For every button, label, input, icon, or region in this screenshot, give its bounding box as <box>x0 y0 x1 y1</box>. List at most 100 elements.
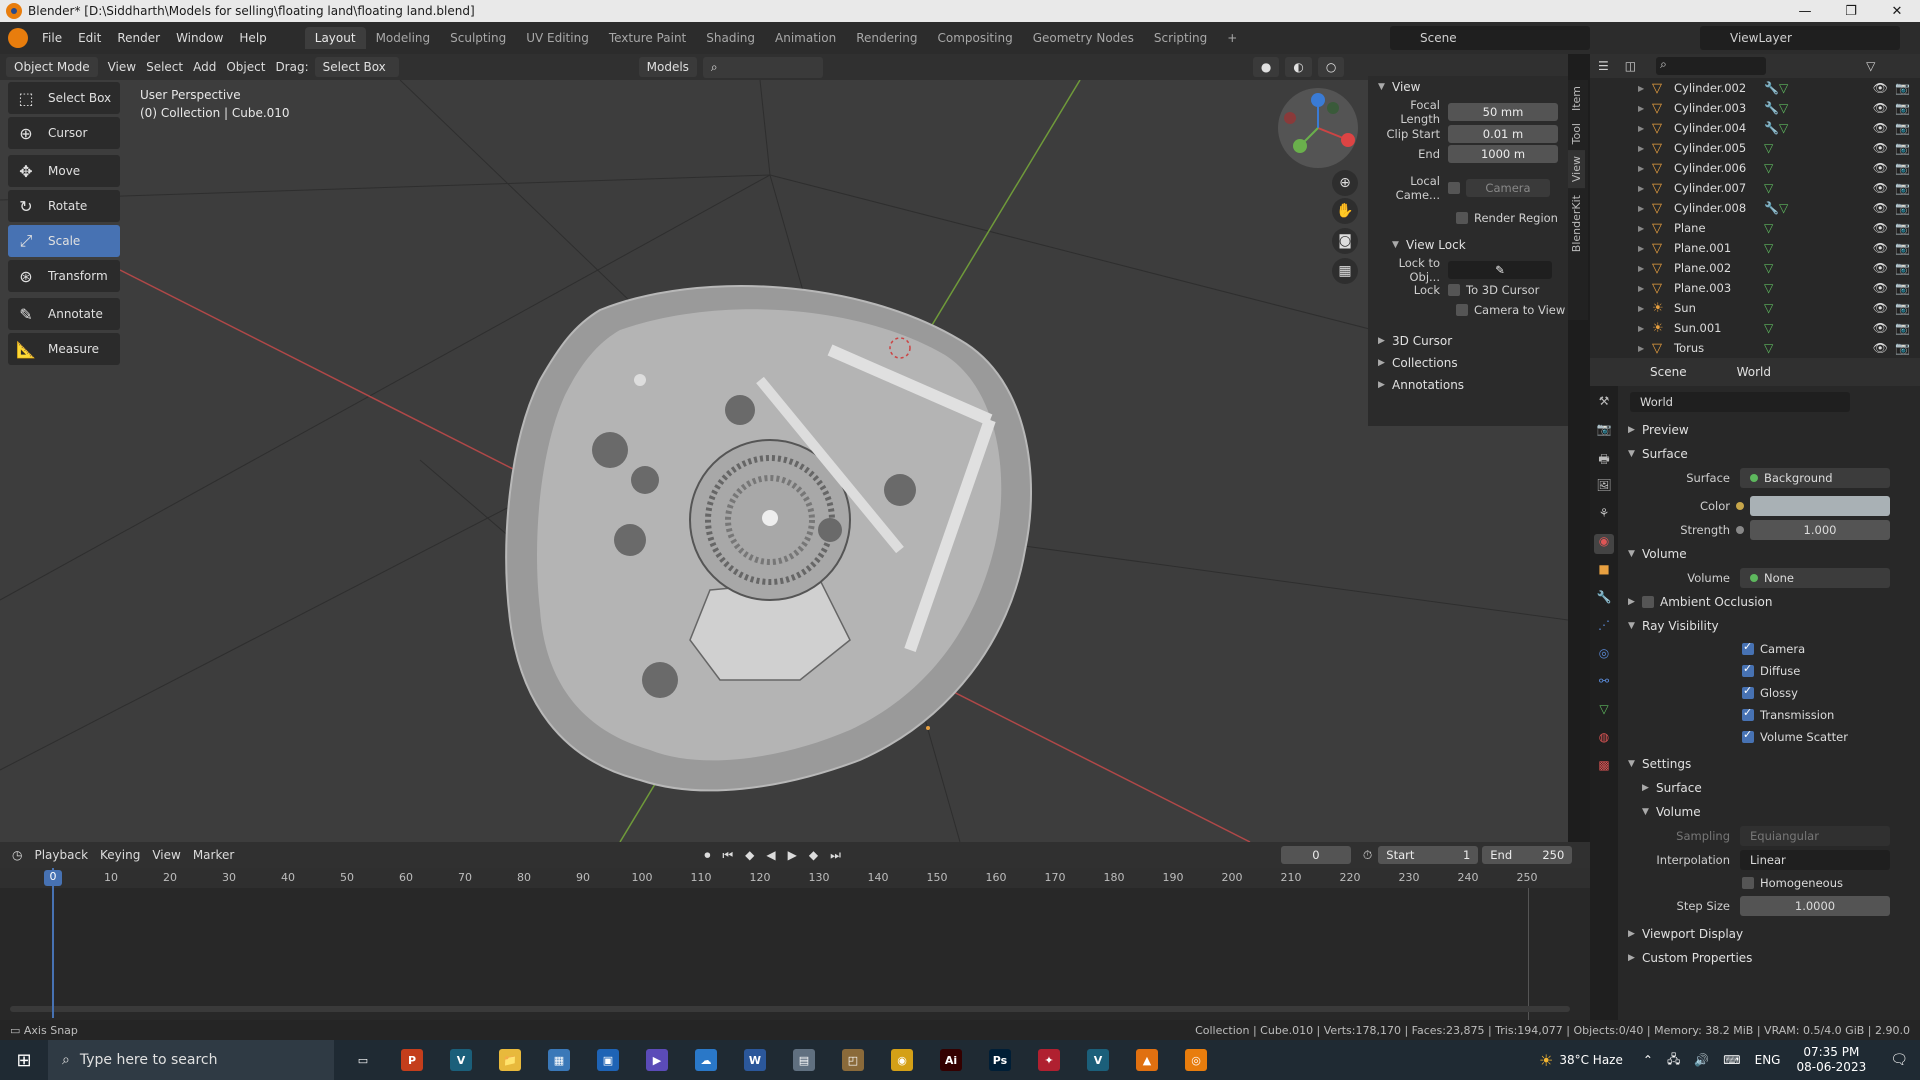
tool-transform[interactable]: ⊛ Transform <box>8 260 120 292</box>
taskbar-app-word[interactable]: W <box>735 1040 775 1080</box>
step-size-field[interactable]: 1.0000 <box>1740 896 1890 916</box>
strength-field[interactable]: 1.000 <box>1750 520 1890 540</box>
mesh-data-icon[interactable]: ▽ <box>1764 161 1773 175</box>
expand-arrow-icon[interactable]: ▶ <box>1638 284 1652 293</box>
tool-rotate[interactable]: ↻ Rotate <box>8 190 120 222</box>
tab-animation[interactable]: Animation <box>765 27 846 49</box>
view-lock-header[interactable]: ▼ View Lock <box>1368 234 1568 256</box>
clock[interactable]: 07:35 PM 08-06-2023 <box>1796 1045 1866 1075</box>
tool-move[interactable]: ✥ Move <box>8 155 120 187</box>
play-button[interactable]: ▶ <box>788 848 797 862</box>
mesh-data-icon[interactable]: ▽ <box>1764 241 1773 255</box>
material-tab-icon[interactable]: ◍ <box>1594 730 1614 750</box>
visibility-eye-icon[interactable]: 👁 <box>1873 201 1888 215</box>
modifier-tab-icon[interactable]: 🔧 <box>1594 590 1614 610</box>
drag-selector[interactable]: Select Box <box>314 57 399 77</box>
render-camera-icon[interactable]: 📷 <box>1895 101 1910 115</box>
outliner-row[interactable]: ▶ ▽ Cylinder.005 ▽ 👁 📷 <box>1590 138 1920 158</box>
lock-to-object-field[interactable]: ✎ <box>1448 261 1552 279</box>
tool-select-box[interactable]: ⬚ Select Box <box>8 82 120 114</box>
breadcrumb-world[interactable]: World <box>1737 365 1771 379</box>
mesh-data-icon[interactable]: ▽ <box>1764 301 1773 315</box>
visibility-eye-icon[interactable]: 👁 <box>1873 281 1888 295</box>
orientation-selector[interactable]: Models <box>638 57 697 77</box>
scene-tab-icon[interactable]: ⚘ <box>1594 506 1614 526</box>
3d-cursor-section[interactable]: ▶ 3D Cursor <box>1368 330 1568 352</box>
record-button[interactable]: ⏺ <box>704 848 710 863</box>
expand-arrow-icon[interactable]: ▶ <box>1638 84 1652 93</box>
object-tab-icon[interactable]: ■ <box>1594 562 1614 582</box>
mesh-data-icon[interactable]: ▽ <box>1764 341 1773 355</box>
object-name[interactable]: Torus <box>1674 341 1764 355</box>
taskbar-app-chrome[interactable]: ◉ <box>882 1040 922 1080</box>
outliner-row[interactable]: ▶ ☀ Sun ▽ 👁 📷 <box>1590 298 1920 318</box>
taskbar-app-photoshop[interactable]: Ps <box>980 1040 1020 1080</box>
expand-arrow-icon[interactable]: ▶ <box>1638 104 1652 113</box>
ray-glossy-checkbox[interactable]: Glossy <box>1620 682 1920 704</box>
preview-range-icon[interactable]: ⏱ <box>1363 848 1372 863</box>
visibility-eye-icon[interactable]: 👁 <box>1873 141 1888 155</box>
taskbar-app-store[interactable]: ▣ <box>588 1040 628 1080</box>
mesh-data-icon[interactable]: ▽ <box>1779 121 1788 135</box>
menu-file[interactable]: File <box>34 31 70 45</box>
menu-select[interactable]: Select <box>146 60 183 74</box>
homogeneous-checkbox[interactable]: Homogeneous <box>1620 872 1920 894</box>
interpolation-dropdown[interactable]: Linear <box>1740 850 1890 870</box>
expand-arrow-icon[interactable]: ▶ <box>1638 244 1652 253</box>
custom-properties-section[interactable]: ▶ Custom Properties <box>1620 946 1920 970</box>
output-tab-icon[interactable]: 🖶 <box>1594 450 1614 470</box>
tab-modeling[interactable]: Modeling <box>366 27 441 49</box>
sampling-dropdown[interactable]: Equiangular <box>1740 826 1890 846</box>
mode-selector[interactable]: Object Mode <box>6 57 98 77</box>
taskbar-app-vectorstyler[interactable]: V <box>441 1040 481 1080</box>
tool-tab-icon[interactable]: ⚒ <box>1594 394 1614 414</box>
object-name[interactable]: Plane.003 <box>1674 281 1764 295</box>
modifier-icon[interactable]: 🔧 <box>1764 101 1779 115</box>
viewport-search[interactable]: ⌕ <box>702 56 823 78</box>
object-name[interactable]: Cylinder.002 <box>1674 81 1764 95</box>
minimize-button[interactable]: — <box>1782 0 1828 22</box>
settings-section[interactable]: ▼ Settings <box>1620 752 1920 776</box>
tab-texture-paint[interactable]: Texture Paint <box>599 27 696 49</box>
object-name[interactable]: Cylinder.006 <box>1674 161 1764 175</box>
breadcrumb-scene[interactable]: Scene <box>1650 365 1687 379</box>
settings-volume-section[interactable]: ▼ Volume <box>1620 800 1920 824</box>
shading-material-icon[interactable]: ◐ <box>1285 57 1312 77</box>
mesh-data-icon[interactable]: ▽ <box>1764 321 1773 335</box>
annotations-section[interactable]: ▶ Annotations <box>1368 374 1568 396</box>
clip-end-field[interactable]: 1000 m <box>1448 145 1558 163</box>
visibility-eye-icon[interactable]: 👁 <box>1873 221 1888 235</box>
sidebar-tab-view[interactable]: View <box>1568 150 1585 189</box>
menu-playback[interactable]: Playback <box>34 848 88 862</box>
visibility-eye-icon[interactable]: 👁 <box>1873 101 1888 115</box>
blender-menu-icon[interactable] <box>8 28 28 48</box>
sidebar-tab-tool[interactable]: Tool <box>1568 117 1585 150</box>
render-camera-icon[interactable]: 📷 <box>1895 301 1910 315</box>
ortho-grid-icon[interactable]: ▦ <box>1332 258 1358 284</box>
visibility-eye-icon[interactable]: 👁 <box>1873 121 1888 135</box>
surface-section[interactable]: ▼ Surface <box>1620 442 1920 466</box>
render-camera-icon[interactable]: 📷 <box>1895 241 1910 255</box>
to-3d-cursor-checkbox[interactable] <box>1448 284 1460 296</box>
start-frame-field[interactable]: Start 1 <box>1378 846 1479 864</box>
expand-arrow-icon[interactable]: ▶ <box>1638 144 1652 153</box>
notification-icon[interactable]: 🗨 <box>1890 1052 1908 1068</box>
outliner-row[interactable]: ▶ ▽ Plane.002 ▽ 👁 📷 <box>1590 258 1920 278</box>
menu-window[interactable]: Window <box>168 31 231 45</box>
visibility-eye-icon[interactable]: 👁 <box>1873 161 1888 175</box>
outliner-row[interactable]: ▶ ▽ Cylinder.002 🔧 ▽ 👁 📷 <box>1590 78 1920 98</box>
view-layer-selector[interactable]: ViewLayer <box>1700 26 1900 50</box>
outliner-row[interactable]: ▶ ▽ Cylinder.003 🔧 ▽ 👁 📷 <box>1590 98 1920 118</box>
expand-arrow-icon[interactable]: ▶ <box>1638 304 1652 313</box>
preview-section[interactable]: ▶ Preview <box>1620 418 1920 442</box>
modifier-icon[interactable]: 🔧 <box>1764 201 1779 215</box>
outliner-row[interactable]: ▶ ▽ Cylinder.007 ▽ 👁 📷 <box>1590 178 1920 198</box>
tray-chevron-icon[interactable]: ⌃ <box>1643 1053 1653 1067</box>
modifier-icon[interactable]: 🔧 <box>1764 81 1779 95</box>
clip-start-field[interactable]: 0.01 m <box>1448 125 1558 143</box>
visibility-eye-icon[interactable]: 👁 <box>1873 181 1888 195</box>
ray-transmission-checkbox[interactable]: Transmission <box>1620 704 1920 726</box>
language-indicator[interactable]: ENG <box>1755 1053 1781 1067</box>
keyboard-icon[interactable]: ⌨ <box>1723 1053 1740 1067</box>
expand-arrow-icon[interactable]: ▶ <box>1638 324 1652 333</box>
